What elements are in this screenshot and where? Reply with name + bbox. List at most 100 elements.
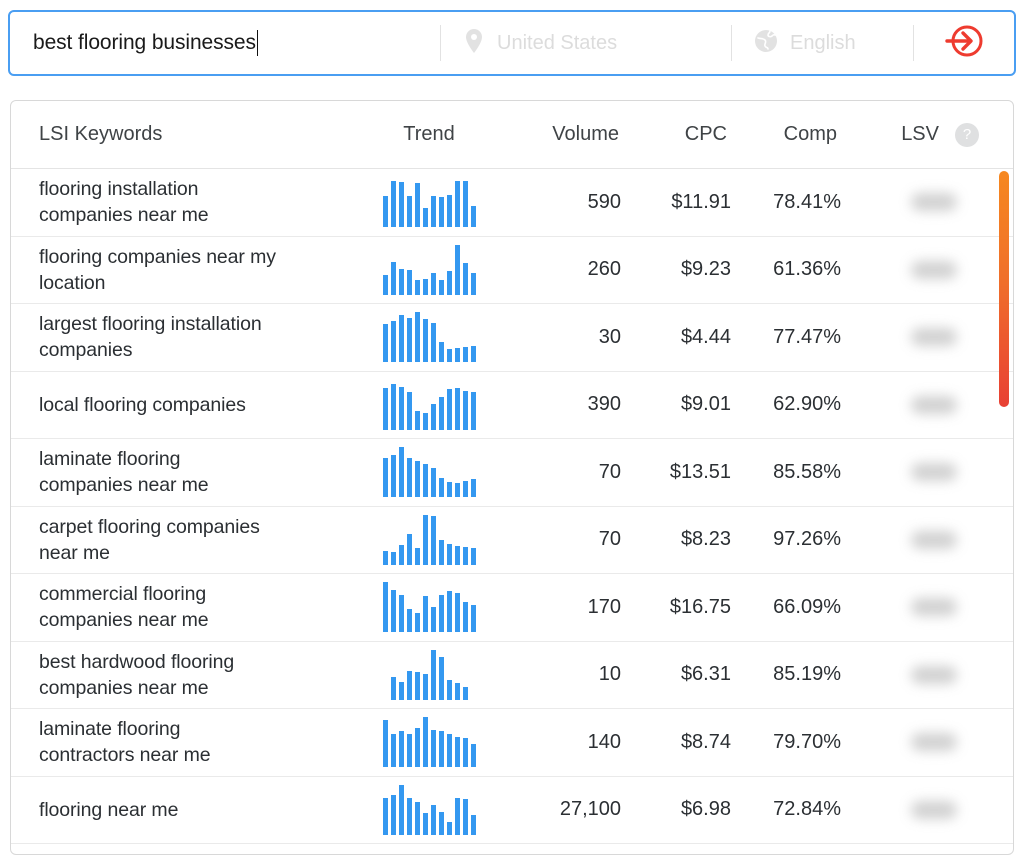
- trend-bar: [407, 318, 412, 362]
- trend-bar: [455, 798, 460, 835]
- location-label: United States: [497, 32, 617, 55]
- trend-bar: [447, 591, 452, 632]
- table-row[interactable]: laminate flooringcontractors near me140$…: [11, 709, 1013, 777]
- cell-keyword[interactable]: laminate flooringcompanies near me: [11, 446, 361, 498]
- trend-bar: [471, 548, 476, 565]
- help-icon[interactable]: ?: [955, 123, 979, 147]
- cell-comp-value: 78.41%: [773, 191, 841, 213]
- cell-keyword[interactable]: largest flooring installationcompanies: [11, 311, 361, 363]
- keyword-text-line2: companies near me: [39, 675, 361, 701]
- cell-keyword[interactable]: flooring companies near mylocation: [11, 244, 361, 296]
- column-header-keyword[interactable]: LSI Keywords: [11, 123, 361, 146]
- trend-bar: [463, 391, 468, 430]
- cell-comp: 97.26%: [731, 528, 841, 551]
- table-row[interactable]: laminate flooringcompanies near me70$13.…: [11, 439, 1013, 507]
- location-selector[interactable]: United States: [441, 12, 731, 74]
- trend-bar: [383, 720, 388, 767]
- trend-bar: [431, 516, 436, 565]
- cell-volume-value: 70: [599, 528, 621, 550]
- cell-cpc: $9.01: [621, 393, 731, 416]
- table-header-row: LSI Keywords Trend Volume CPC Comp LSV ?: [11, 101, 1013, 169]
- cell-volume-value: 390: [588, 393, 621, 415]
- table-row[interactable]: local flooring companies 390 $9.01 62.90%: [11, 372, 1013, 440]
- lsi-keywords-table: LSI Keywords Trend Volume CPC Comp LSV ?…: [10, 100, 1014, 855]
- trend-bar: [423, 413, 428, 430]
- table-row[interactable]: largest flooring installationcompanies 30…: [11, 304, 1013, 372]
- table-row[interactable]: commercial flooringcompanies near me170$…: [11, 574, 1013, 642]
- cell-keyword[interactable]: carpet flooring companiesnear me: [11, 514, 361, 566]
- trend-bar: [407, 734, 412, 767]
- cell-comp: 72.84%: [731, 798, 841, 821]
- trend-bar: [471, 346, 476, 362]
- globe-icon: [754, 29, 778, 58]
- table-row[interactable]: flooring companies near mylocation260$9.…: [11, 237, 1013, 305]
- column-header-lsv-label[interactable]: LSV: [901, 123, 939, 146]
- column-header-trend[interactable]: Trend: [361, 123, 511, 146]
- cell-volume: 70: [511, 461, 621, 484]
- cell-trend: [361, 312, 511, 362]
- trend-sparkline: [361, 447, 511, 497]
- search-submit-button[interactable]: [914, 12, 1014, 74]
- cell-cpc: $4.44: [621, 326, 731, 349]
- cell-keyword[interactable]: flooring installationcompanies near me: [11, 176, 361, 228]
- table-row[interactable]: flooring installationcompanies near me 59…: [11, 169, 1013, 237]
- cell-keyword[interactable]: flooring near me: [11, 797, 361, 823]
- cell-keyword[interactable]: local flooring companies: [11, 392, 361, 418]
- trend-bar: [415, 411, 420, 430]
- search-bar[interactable]: best flooring businesses United States E…: [8, 10, 1016, 76]
- cell-comp-value: 62.90%: [773, 393, 841, 415]
- trend-bar: [415, 672, 420, 700]
- cell-cpc: $8.74: [621, 731, 731, 754]
- cell-trend: [361, 515, 511, 565]
- trend-bar: [415, 548, 420, 565]
- trend-bar: [399, 545, 404, 565]
- cell-volume: 10: [511, 663, 621, 686]
- cell-volume: 590: [511, 191, 621, 214]
- keyword-text-line2: near me: [39, 540, 361, 566]
- trend-bar: [439, 540, 444, 565]
- trend-bar: [455, 546, 460, 565]
- trend-sparkline: [361, 245, 511, 295]
- cell-comp: 66.09%: [731, 596, 841, 619]
- table-row[interactable]: flooring near me27,100$6.9872.84%: [11, 777, 1013, 845]
- keyword-search-input[interactable]: best flooring businesses: [10, 12, 440, 74]
- trend-bar: [455, 181, 460, 227]
- cell-lsv: [841, 328, 1013, 346]
- language-selector[interactable]: English: [732, 12, 913, 74]
- table-scrollbar-thumb[interactable]: [999, 171, 1009, 407]
- keyword-text: commercial flooringcompanies near me: [39, 581, 361, 633]
- cell-cpc-value: $9.01: [681, 393, 731, 415]
- table-scrollbar-track[interactable]: [999, 170, 1009, 852]
- trend-bar: [447, 389, 452, 430]
- cell-volume-value: 590: [588, 191, 621, 213]
- table-row[interactable]: best hardwood flooringcompanies near me 1…: [11, 642, 1013, 710]
- trend-bar: [391, 181, 396, 227]
- cell-keyword[interactable]: best hardwood flooringcompanies near me: [11, 649, 361, 701]
- trend-bar: [471, 605, 476, 632]
- cell-cpc-value: $6.98: [681, 798, 731, 820]
- lsv-hidden-value: [911, 531, 957, 549]
- table-row[interactable]: carpet flooring companiesnear me70$8.239…: [11, 507, 1013, 575]
- trend-sparkline: [361, 177, 511, 227]
- trend-bar: [463, 347, 468, 362]
- column-header-cpc[interactable]: CPC: [621, 123, 731, 146]
- trend-bar: [439, 342, 444, 362]
- trend-bar: [391, 795, 396, 835]
- cell-comp: 78.41%: [731, 191, 841, 214]
- trend-bar: [399, 182, 404, 227]
- column-header-comp[interactable]: Comp: [731, 123, 841, 146]
- cell-trend: [361, 650, 511, 700]
- trend-bar: [399, 595, 404, 632]
- cell-keyword[interactable]: commercial flooringcompanies near me: [11, 581, 361, 633]
- cell-volume: 30: [511, 326, 621, 349]
- cell-keyword[interactable]: laminate flooringcontractors near me: [11, 716, 361, 768]
- lsv-hidden-value: [911, 193, 957, 211]
- cell-volume-value: 30: [599, 326, 621, 348]
- cell-comp: 85.58%: [731, 461, 841, 484]
- trend-bar: [447, 822, 452, 835]
- column-header-volume[interactable]: Volume: [511, 123, 621, 146]
- cell-trend: [361, 245, 511, 295]
- cell-cpc-value: $9.23: [681, 258, 731, 280]
- trend-bar: [391, 455, 396, 497]
- cell-comp: 79.70%: [731, 731, 841, 754]
